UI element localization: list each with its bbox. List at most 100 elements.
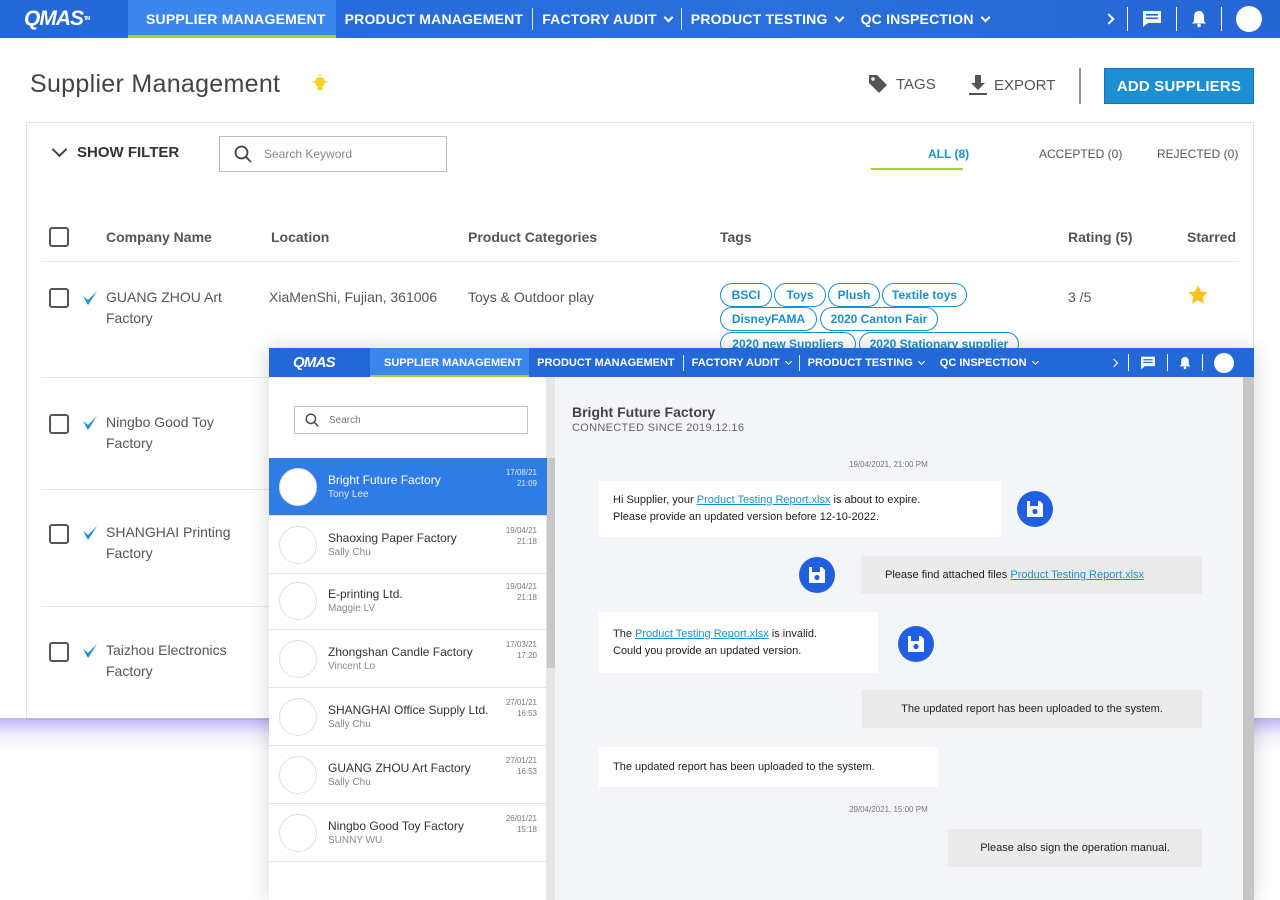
avatar xyxy=(279,640,317,678)
avatar xyxy=(279,468,317,506)
conversation-time: 17/03/21 17:20 xyxy=(487,639,537,661)
column-company-name[interactable]: Company Name xyxy=(106,229,212,245)
nav-product-testing[interactable]: PRODUCT TESTING xyxy=(682,0,852,38)
conversation-date: 19/04/21 xyxy=(505,526,537,535)
tag-chip[interactable]: Textile toys xyxy=(882,283,967,307)
row-checkbox[interactable] xyxy=(49,288,69,308)
verified-check-icon xyxy=(83,526,97,540)
column-starred[interactable]: Starred xyxy=(1187,229,1236,245)
conversation-scroll-thumb[interactable] xyxy=(547,458,555,668)
user-avatar[interactable] xyxy=(1214,352,1234,373)
row-checkbox[interactable] xyxy=(49,414,69,434)
tag-chip[interactable]: Toys xyxy=(774,283,826,307)
tag-chip[interactable]: DisneyFAMA xyxy=(720,307,817,331)
file-link[interactable]: Product Testing Report.xlsx xyxy=(635,628,769,640)
message-icon[interactable] xyxy=(1142,10,1162,28)
conversation-time: 19/04/21 21:18 xyxy=(487,581,537,603)
categories-cell: Toys & Outdoor play xyxy=(468,289,595,305)
bell-icon[interactable] xyxy=(1179,356,1191,370)
lightbulb-icon[interactable] xyxy=(313,74,327,94)
message-text: The xyxy=(613,627,636,640)
nav-label: PRODUCT TESTING xyxy=(690,11,828,27)
company-name[interactable]: SHANGHAI Printing Factory xyxy=(106,522,246,564)
conversation-name: GUANG ZHOU Art Factory xyxy=(328,761,471,775)
main-nav: QMAS TM SUPPLIER MANAGEMENT PRODUCT MANAG… xyxy=(0,0,1280,38)
conversation-item[interactable]: Bright Future Factory Tony Lee 17/08/21 2… xyxy=(269,458,547,516)
nav-supplier-management[interactable]: SUPPLIER MANAGEMENT xyxy=(128,0,336,38)
nav-product-management[interactable]: PRODUCT MANAGEMENT xyxy=(336,0,533,38)
column-rating[interactable]: Rating (5) xyxy=(1068,229,1133,245)
received-message: Hi Supplier, your Product Testing Report… xyxy=(599,481,1001,537)
message-text: Please find attached files xyxy=(885,568,1011,581)
tag-chip[interactable]: BSCI xyxy=(720,283,772,307)
tag-icon xyxy=(869,75,887,93)
message-text: Hi Supplier, your xyxy=(613,494,697,506)
conversation-clock: 21:18 xyxy=(516,537,537,546)
star-icon[interactable] xyxy=(1187,284,1209,306)
conversation-item[interactable]: GUANG ZHOU Art Factory Sally Chu 27/01/2… xyxy=(269,746,547,804)
message-line: Please find attached files Product Testi… xyxy=(885,567,1188,584)
conversation-contact: Maggie LV xyxy=(328,603,376,614)
nav-factory-audit[interactable]: FACTORY AUDIT xyxy=(684,348,799,377)
tab-accepted[interactable]: ACCEPTED (0) xyxy=(1039,147,1122,161)
nav-divider xyxy=(1127,7,1128,31)
chevron-right-icon[interactable] xyxy=(1103,13,1115,25)
avatar xyxy=(279,814,317,852)
row-checkbox[interactable] xyxy=(49,642,69,662)
export-button[interactable]: EXPORT xyxy=(968,74,1055,96)
company-name[interactable]: Ningbo Good Toy Factory xyxy=(106,412,246,454)
chevron-down-icon xyxy=(834,12,845,22)
conversation-search-input[interactable]: Search xyxy=(294,406,528,434)
tag-chip[interactable]: 2020 Canton Fair xyxy=(820,307,938,331)
column-product-categories[interactable]: Product Categories xyxy=(468,229,597,245)
location-cell: XiaMenShi, Fujian, 361006 xyxy=(269,289,438,305)
tag-chip[interactable]: Plush xyxy=(828,283,880,307)
save-file-button[interactable] xyxy=(799,557,835,593)
verified-check-icon xyxy=(83,291,97,305)
export-label: EXPORT xyxy=(994,76,1056,94)
logo[interactable]: QMAS xyxy=(269,348,370,377)
save-file-button[interactable] xyxy=(1017,491,1053,527)
tab-all[interactable]: ALL (8) xyxy=(928,147,969,161)
nav-factory-audit[interactable]: FACTORY AUDIT xyxy=(533,0,681,38)
bell-icon[interactable] xyxy=(1191,10,1207,28)
chevron-right-icon[interactable] xyxy=(1109,358,1119,367)
tags-button[interactable]: TAGS xyxy=(868,74,936,94)
nav-supplier-management[interactable]: SUPPLIER MANAGEMENT xyxy=(370,348,530,377)
column-location[interactable]: Location xyxy=(271,229,329,245)
save-file-button[interactable] xyxy=(898,626,934,662)
user-avatar[interactable] xyxy=(1236,6,1262,32)
show-filter-toggle[interactable]: SHOW FILTER xyxy=(51,141,179,161)
company-name[interactable]: GUANG ZHOU Art Factory xyxy=(106,287,246,329)
search-icon xyxy=(234,145,252,163)
add-suppliers-button[interactable]: ADD SUPPLIERS xyxy=(1104,68,1254,104)
file-link[interactable]: Product Testing Report.xlsx xyxy=(697,494,831,506)
column-tags[interactable]: Tags xyxy=(720,229,752,245)
select-all-checkbox[interactable] xyxy=(49,227,69,247)
conversation-item[interactable]: Ningbo Good Toy Factory SUNNY WU 26/01/2… xyxy=(269,804,547,862)
nav-label: FACTORY AUDIT xyxy=(542,11,657,27)
conversation-item[interactable]: SHANGHAI Office Supply Ltd. Sally Chu 27… xyxy=(269,688,547,746)
tab-rejected[interactable]: REJECTED (0) xyxy=(1157,147,1238,161)
nav-product-testing[interactable]: PRODUCT TESTING xyxy=(800,348,932,377)
row-checkbox[interactable] xyxy=(49,524,69,544)
file-link[interactable]: Product Testing Report.xlsx xyxy=(1010,569,1144,581)
conversation-date: 17/08/21 xyxy=(505,468,537,477)
conversation-item[interactable]: Zhongshan Candle Factory Vincent Lo 17/0… xyxy=(269,630,547,688)
conversation-item[interactable]: Shaoxing Paper Factory Sally Chu 19/04/2… xyxy=(269,516,547,574)
message-icon[interactable] xyxy=(1140,356,1156,370)
chat-scroll-thumb[interactable] xyxy=(1243,377,1254,900)
message-text: Please also sign the operation manual. xyxy=(980,841,1170,854)
company-name[interactable]: Taizhou Electronics Factory xyxy=(106,640,246,682)
nav-product-management[interactable]: PRODUCT MANAGEMENT xyxy=(529,348,683,377)
logo[interactable]: QMAS TM xyxy=(0,0,128,38)
conversation-item[interactable]: E-printing Ltd. Maggie LV 19/04/21 21:18 xyxy=(269,572,547,630)
keyword-search-input[interactable]: Search Keyword xyxy=(219,136,447,172)
floppy-disk-icon xyxy=(1027,501,1043,517)
nav-label: PRODUCT MANAGEMENT xyxy=(537,356,675,369)
nav-qc-inspection[interactable]: QC INSPECTION xyxy=(852,0,998,38)
header-divider xyxy=(1079,68,1081,104)
nav-qc-inspection[interactable]: QC INSPECTION xyxy=(932,348,1046,377)
conversation-date: 26/01/21 xyxy=(505,814,537,823)
search-placeholder: Search Keyword xyxy=(264,147,353,161)
